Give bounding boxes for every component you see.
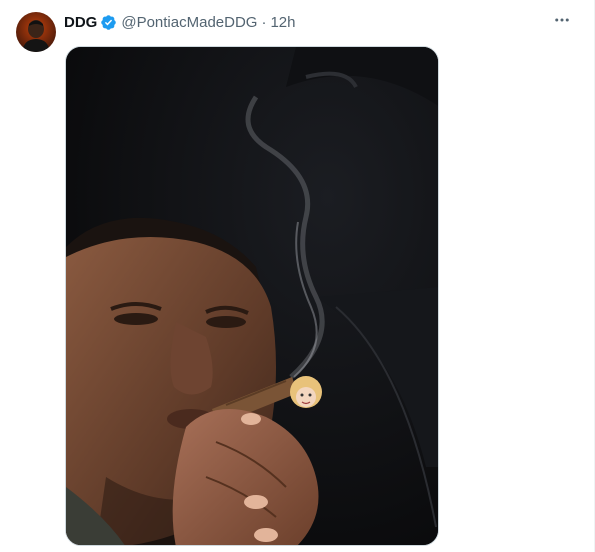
more-options-button[interactable] (548, 8, 576, 36)
author-avatar[interactable] (16, 12, 56, 52)
author-handle[interactable]: @PontiacMadeDDG (121, 14, 257, 31)
separator-dot: · (261, 13, 267, 31)
tweet-header: DDG @PontiacMadeDDG · 12h (64, 12, 296, 32)
tweet-card[interactable]: DDG @PontiacMadeDDG · 12h (0, 0, 595, 552)
photo-image (66, 47, 438, 545)
more-horizontal-icon (553, 11, 571, 34)
timestamp-link[interactable]: 12h (270, 14, 295, 31)
tweet-media-photo[interactable] (65, 46, 439, 546)
verified-badge-icon (100, 14, 117, 31)
author-name[interactable]: DDG (64, 14, 97, 31)
